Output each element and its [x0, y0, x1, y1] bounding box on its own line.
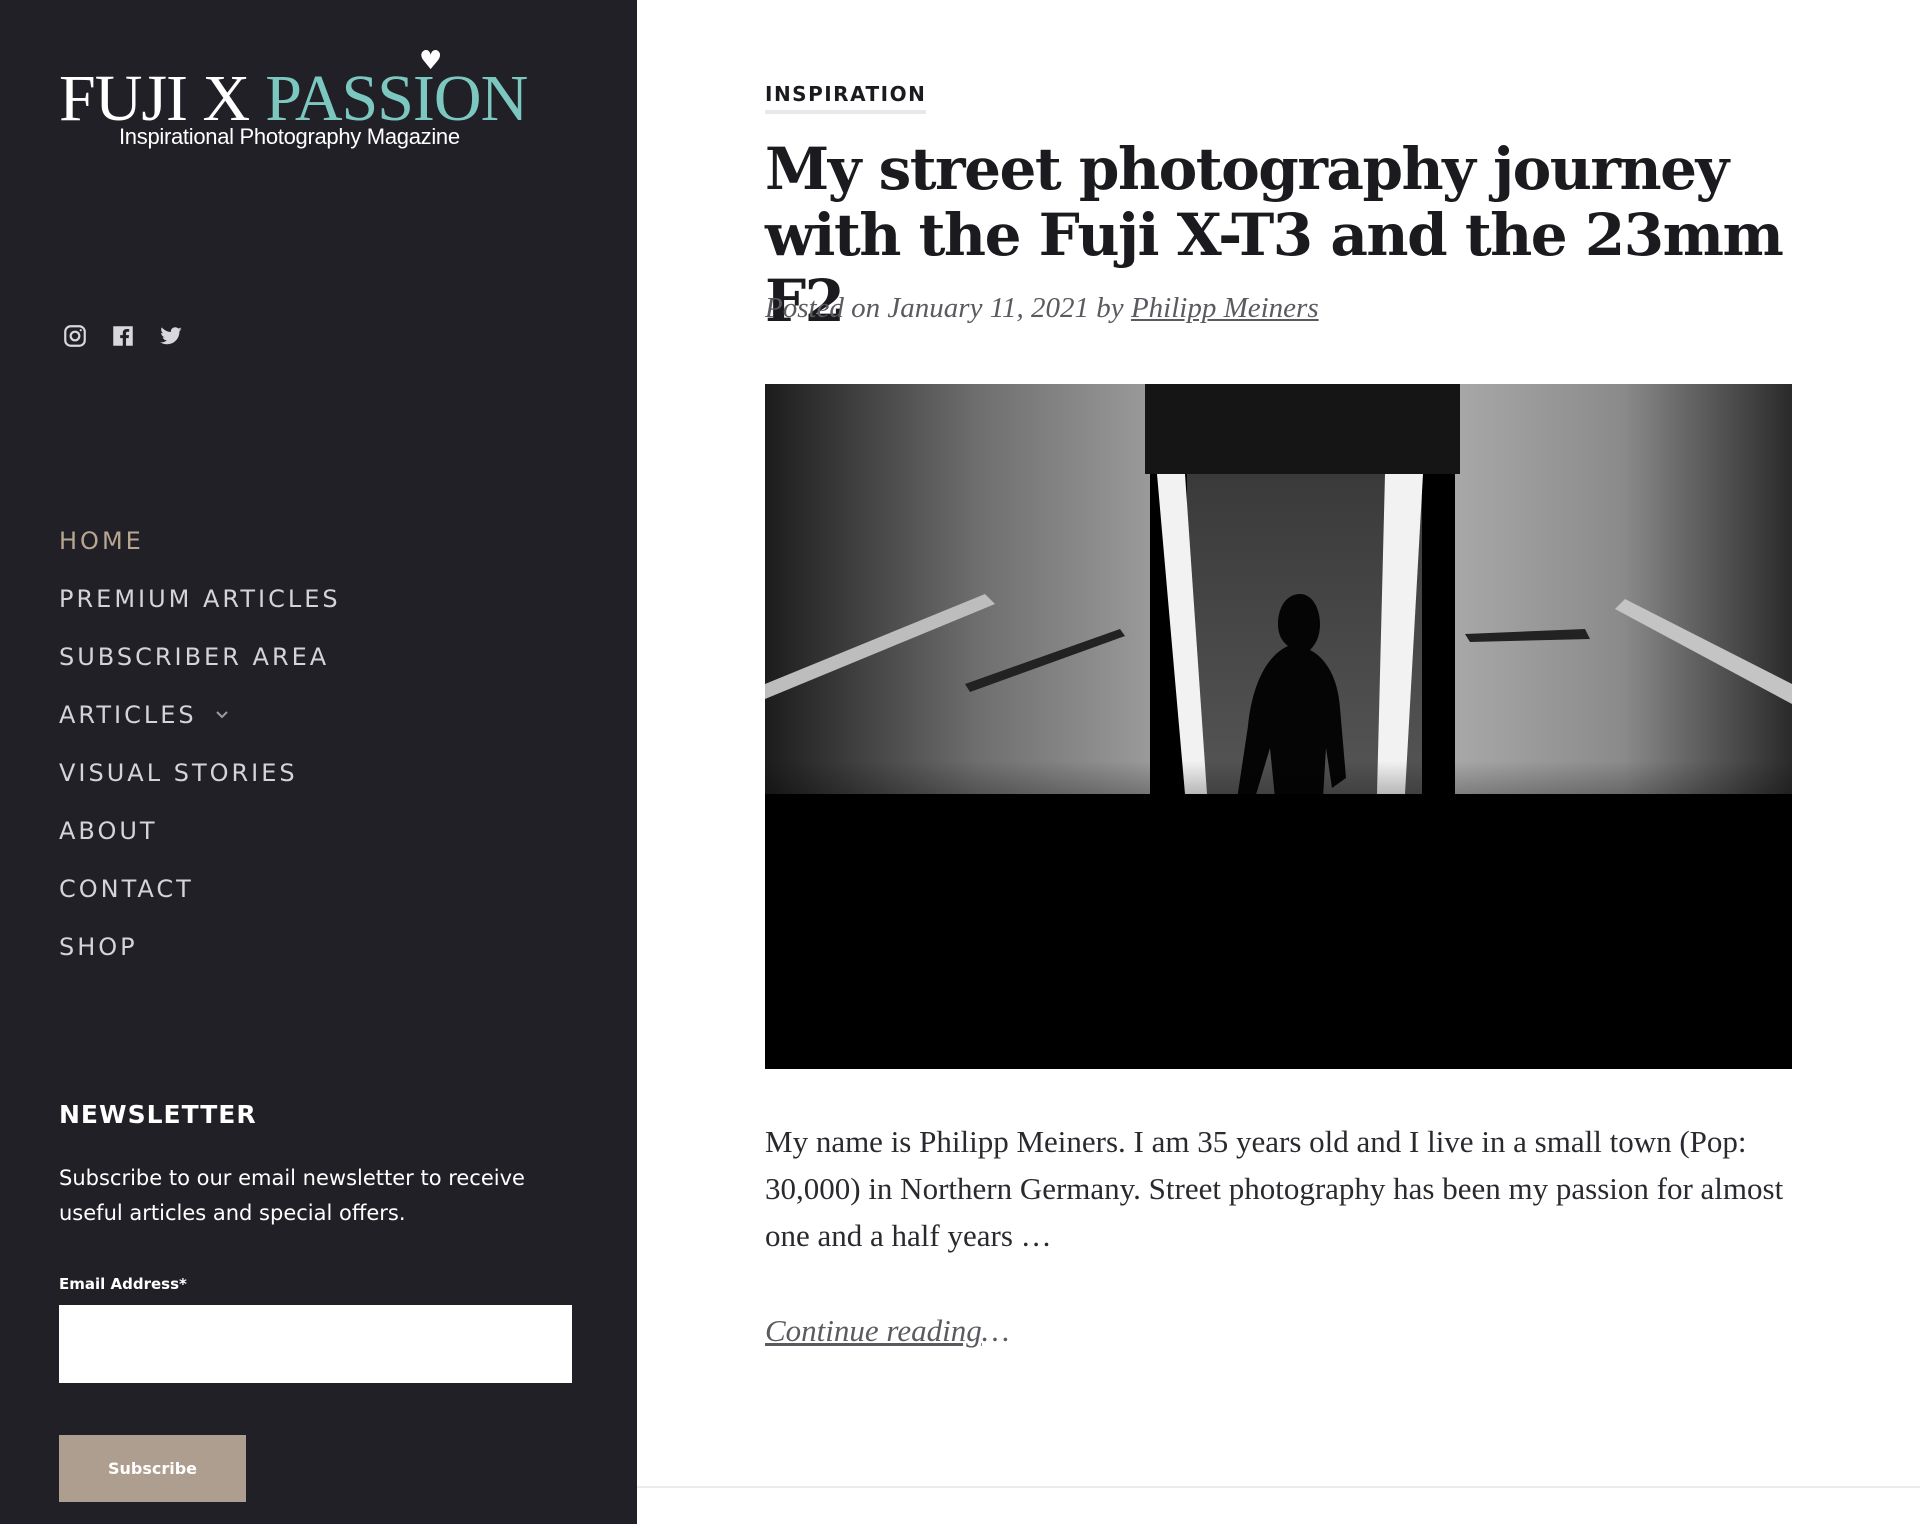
- nav-item-label: SUBSCRIBER AREA: [59, 643, 330, 671]
- nav-item-articles[interactable]: ARTICLES: [59, 686, 341, 744]
- continue-reading: Continue reading…: [765, 1313, 1009, 1349]
- nav-item-premium-articles[interactable]: PREMIUM ARTICLES: [59, 570, 341, 628]
- instagram-icon[interactable]: [62, 323, 88, 349]
- nav-item-label: ARTICLES: [59, 701, 197, 729]
- nav-item-label: HOME: [59, 527, 144, 555]
- newsletter-description: Subscribe to our email newsletter to rec…: [59, 1166, 525, 1225]
- nav-item-about[interactable]: ABOUT: [59, 802, 341, 860]
- sidebar: ♥ FUJI X PASSION Inspirational Photograph…: [0, 0, 637, 1524]
- category-link[interactable]: INSPIRATION: [765, 82, 927, 114]
- nav-item-shop[interactable]: SHOP: [59, 918, 341, 976]
- post-date-text: Posted on January 11, 2021 by: [765, 292, 1124, 324]
- main-nav: HOME PREMIUM ARTICLES SUBSCRIBER AREA AR…: [59, 512, 341, 976]
- section-divider: [637, 1486, 1920, 1488]
- site-logo[interactable]: ♥ FUJI X PASSION Inspirational Photograph…: [59, 48, 539, 158]
- nav-item-visual-stories[interactable]: VISUAL STORIES: [59, 744, 341, 802]
- facebook-icon[interactable]: [110, 323, 136, 349]
- nav-item-label: ABOUT: [59, 817, 158, 845]
- newsletter-widget: NEWSLETTER Subscribe to our email newsle…: [59, 1100, 574, 1502]
- nav-item-contact[interactable]: CONTACT: [59, 860, 341, 918]
- post-meta: Posted on January 11, 2021 by Philipp Me…: [765, 292, 1319, 325]
- nav-item-label: CONTACT: [59, 875, 194, 903]
- nav-item-label: PREMIUM ARTICLES: [59, 585, 341, 613]
- social-links: [62, 323, 184, 349]
- nav-item-subscriber-area[interactable]: SUBSCRIBER AREA: [59, 628, 341, 686]
- article-excerpt: My name is Philipp Meiners. I am 35 year…: [765, 1124, 1784, 1253]
- nav-item-label: SHOP: [59, 933, 138, 961]
- email-label: Email Address*: [59, 1275, 187, 1293]
- email-field[interactable]: [59, 1305, 572, 1383]
- subscribe-button[interactable]: Subscribe: [59, 1435, 246, 1502]
- featured-image[interactable]: [765, 384, 1792, 1069]
- chevron-down-icon[interactable]: [215, 710, 229, 720]
- author-link[interactable]: Philipp Meiners: [1131, 292, 1319, 324]
- continue-reading-link[interactable]: Continue reading: [765, 1313, 982, 1348]
- nav-item-home[interactable]: HOME: [59, 512, 341, 570]
- newsletter-title: NEWSLETTER: [59, 1100, 257, 1129]
- twitter-icon[interactable]: [158, 323, 184, 349]
- continue-reading-ellipsis: …: [981, 1313, 1010, 1348]
- logo-tagline: Inspirational Photography Magazine: [119, 124, 460, 149]
- nav-item-label: VISUAL STORIES: [59, 759, 298, 787]
